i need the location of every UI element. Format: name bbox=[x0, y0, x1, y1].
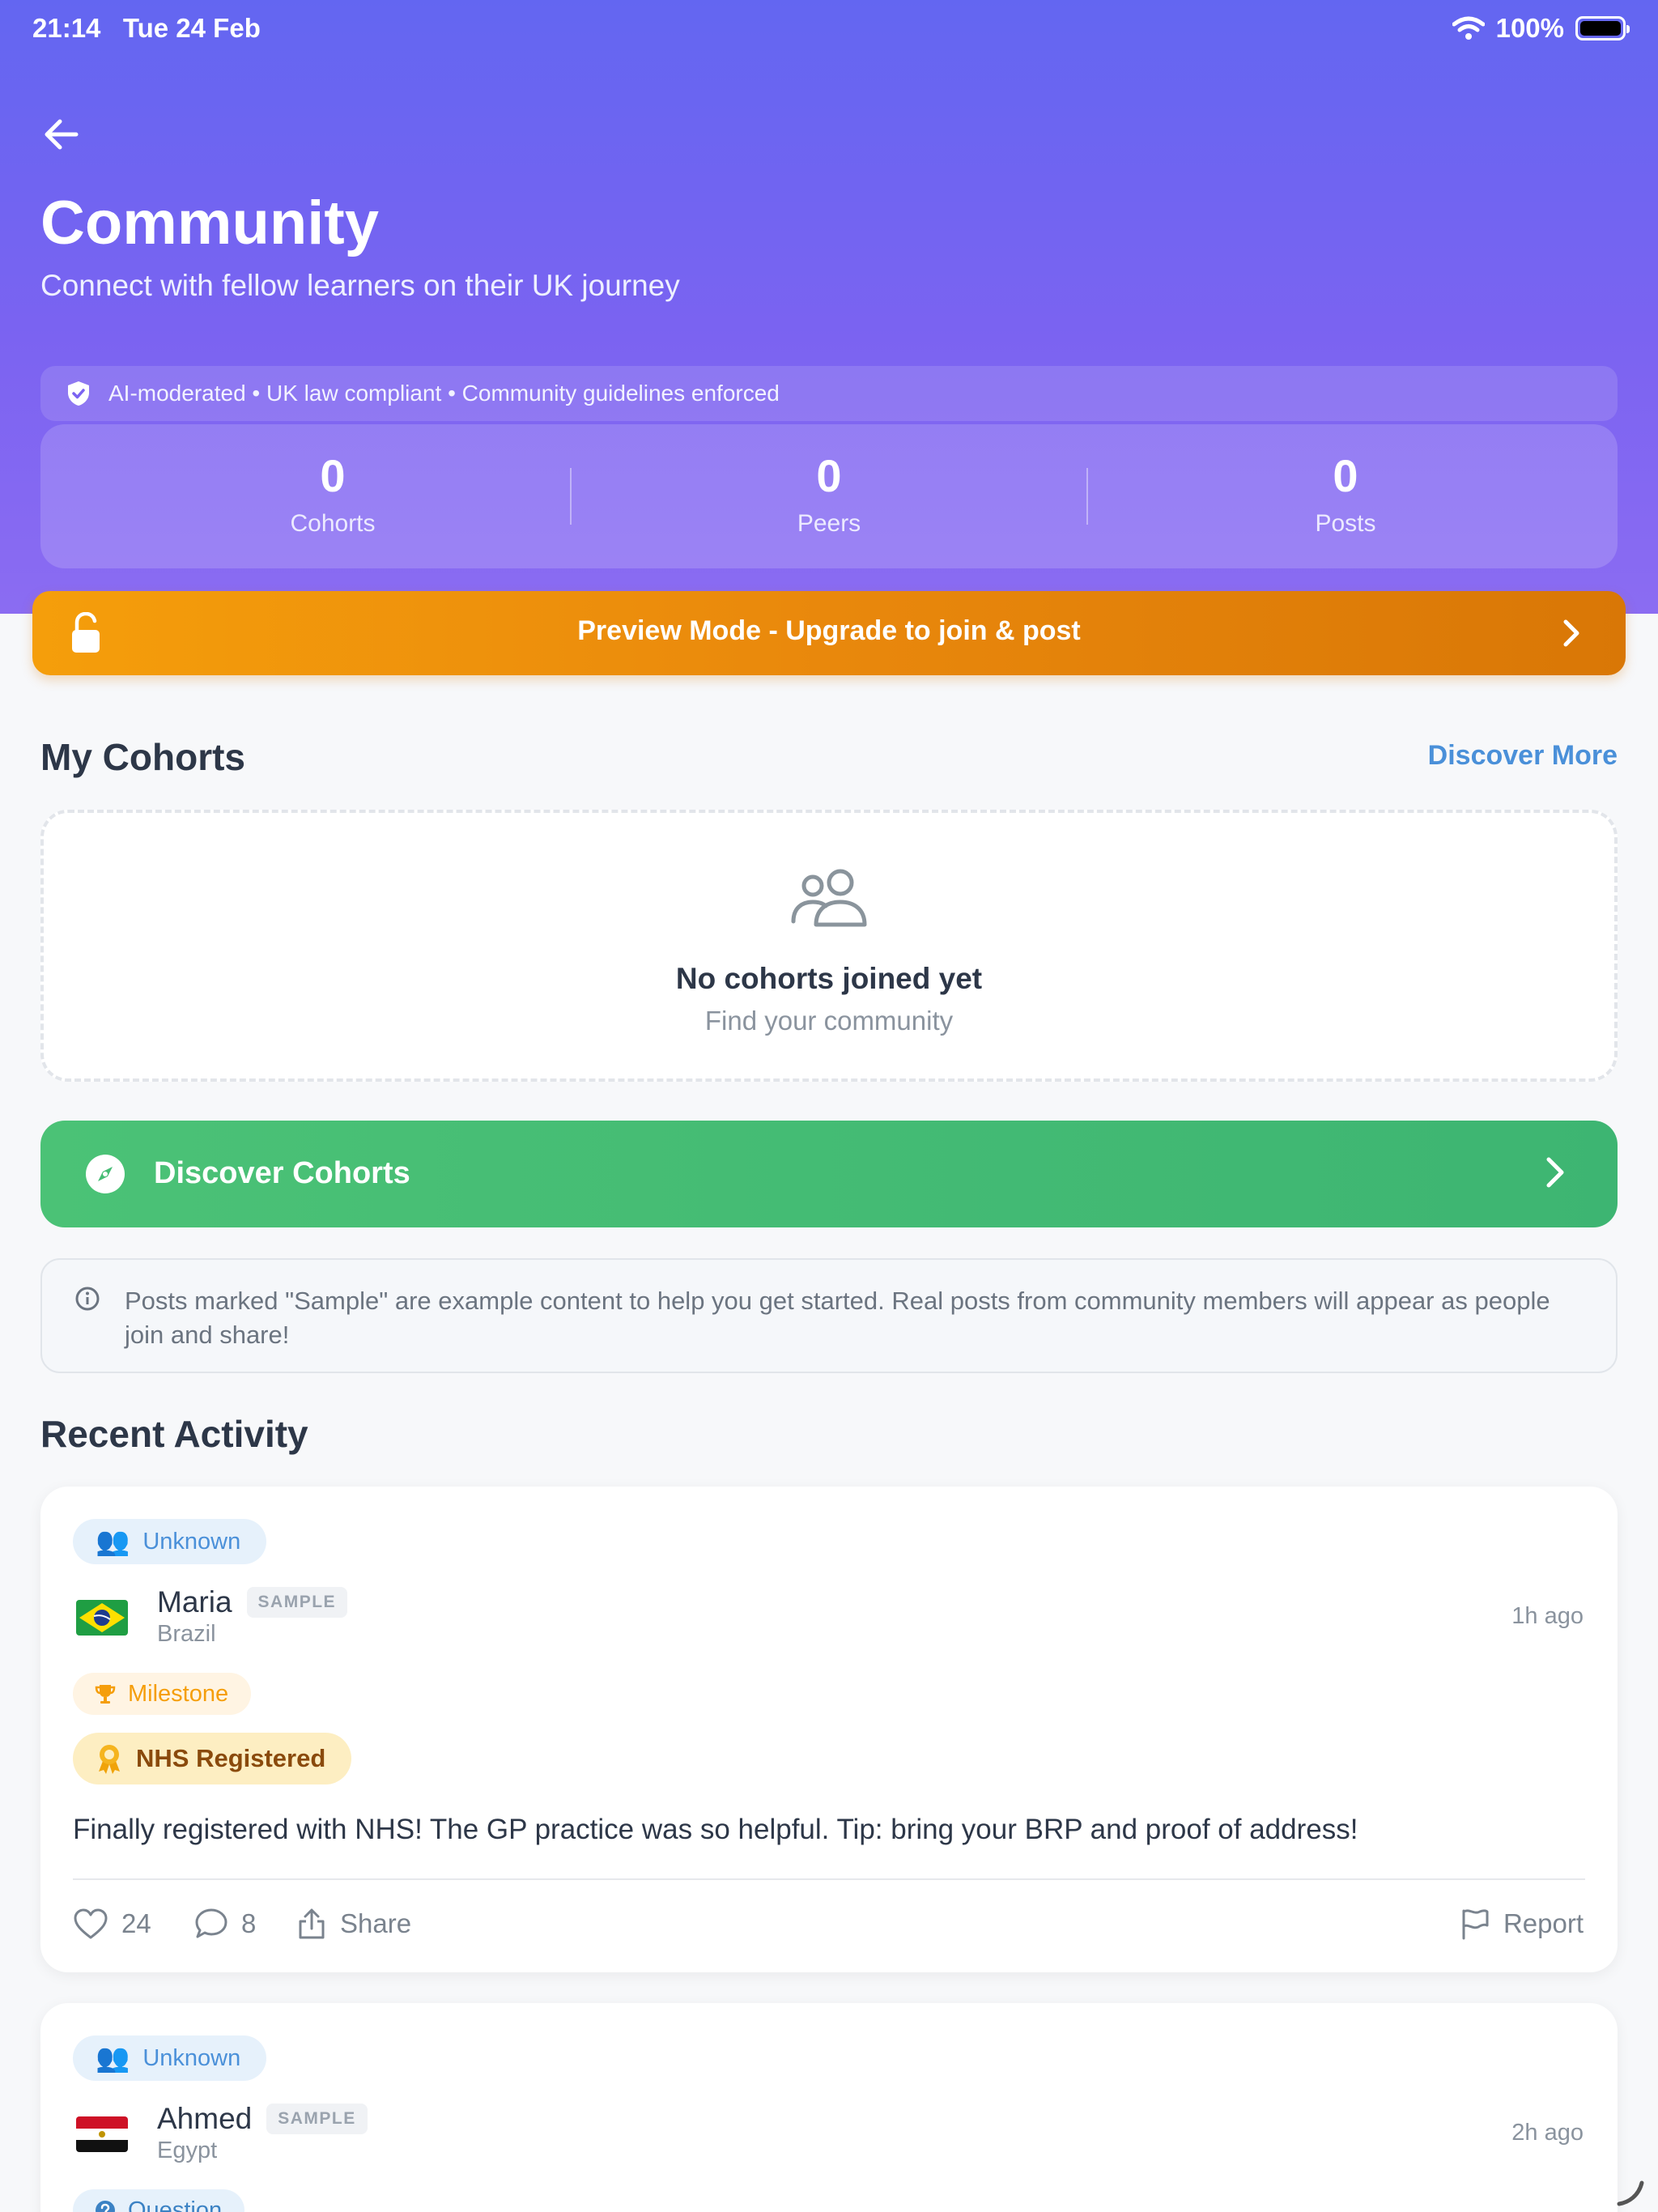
post-card: 👥 Unknown Maria SAMPLE Brazil 1h ago Mil… bbox=[40, 1487, 1618, 1972]
resize-handle-icon bbox=[1617, 2180, 1644, 2206]
heart-icon bbox=[74, 1908, 108, 1939]
author-name: Maria bbox=[157, 1585, 232, 1619]
sample-badge: SAMPLE bbox=[266, 2104, 368, 2134]
status-clock: 21:14 bbox=[32, 13, 101, 43]
award-icon bbox=[99, 1745, 120, 1774]
trophy-icon bbox=[95, 1685, 116, 1704]
no-cohorts-subtitle: Find your community bbox=[704, 1006, 954, 1036]
no-cohorts-card: No cohorts joined yet Find your communit… bbox=[40, 810, 1618, 1082]
post-divider bbox=[73, 1878, 1585, 1880]
recent-activity-title: Recent Activity bbox=[40, 1413, 308, 1455]
status-bar: 21:14 Tue 24 Feb 100% bbox=[0, 0, 1658, 58]
author-country: Brazil bbox=[157, 1621, 216, 1647]
stat-cohorts-value: 0 bbox=[320, 450, 346, 501]
no-cohorts-title: No cohorts joined yet bbox=[675, 962, 983, 995]
share-button[interactable]: Share bbox=[296, 1908, 411, 1940]
cohort-name: Unknown bbox=[142, 1528, 241, 1555]
post-author[interactable]: Ahmed SAMPLE bbox=[157, 2102, 368, 2136]
brazil-flag-icon bbox=[76, 1600, 128, 1636]
post-type-label: Question bbox=[128, 2197, 223, 2212]
discover-cohorts-label: Discover Cohorts bbox=[154, 1156, 410, 1190]
author-country: Egypt bbox=[157, 2138, 218, 2163]
status-time: 21:14 Tue 24 Feb bbox=[32, 13, 261, 44]
post-time: 1h ago bbox=[1511, 1603, 1584, 1629]
post-author[interactable]: Maria SAMPLE bbox=[157, 1585, 348, 1619]
moderation-text: AI-moderated • UK law compliant • Commun… bbox=[108, 381, 780, 406]
cohort-chip[interactable]: 👥 Unknown bbox=[73, 1519, 267, 1564]
stat-cohorts-label: Cohorts bbox=[290, 510, 376, 537]
like-button[interactable]: 24 bbox=[73, 1908, 151, 1940]
stat-peers-value: 0 bbox=[816, 450, 842, 501]
cohort-name: Unknown bbox=[142, 2044, 241, 2071]
sample-info-note: Posts marked "Sample" are example conten… bbox=[40, 1258, 1618, 1373]
stat-posts-value: 0 bbox=[1333, 450, 1358, 501]
achievement-label: NHS Registered bbox=[136, 1744, 326, 1772]
report-label: Report bbox=[1503, 1908, 1584, 1938]
status-date: Tue 24 Feb bbox=[122, 13, 261, 43]
post-type-chip: Milestone bbox=[73, 1673, 252, 1715]
chevron-right-icon bbox=[1563, 619, 1579, 647]
achievement-chip: NHS Registered bbox=[73, 1733, 352, 1784]
post-type-label: Milestone bbox=[128, 1680, 229, 1707]
discover-cohorts-button[interactable]: Discover Cohorts bbox=[40, 1121, 1618, 1227]
people-icon bbox=[791, 869, 867, 927]
status-indicators: 100% bbox=[1452, 13, 1630, 44]
discover-more-link[interactable]: Discover More bbox=[1428, 740, 1618, 772]
info-icon bbox=[75, 1287, 100, 1311]
egypt-flag-icon bbox=[76, 2116, 128, 2152]
shield-check-icon bbox=[68, 381, 89, 406]
post-type-chip: Question bbox=[73, 2189, 245, 2212]
chevron-right-icon bbox=[1546, 1157, 1564, 1188]
sample-badge: SAMPLE bbox=[246, 1587, 348, 1618]
upgrade-preview-bar[interactable]: Preview Mode - Upgrade to join & post bbox=[32, 591, 1626, 675]
header-hero: 21:14 Tue 24 Feb 100% Community Connect … bbox=[0, 0, 1658, 614]
question-icon bbox=[96, 2201, 115, 2212]
like-count: 24 bbox=[121, 1908, 151, 1938]
stat-peers-label: Peers bbox=[797, 510, 861, 537]
share-icon bbox=[299, 1908, 325, 1939]
post-time: 2h ago bbox=[1511, 2120, 1584, 2146]
cohort-chip[interactable]: 👥 Unknown bbox=[73, 2035, 267, 2081]
sample-info-text: Posts marked "Sample" are example conten… bbox=[125, 1287, 1550, 1349]
people-icon: 👥 bbox=[96, 2043, 130, 2074]
page-subtitle: Connect with fellow learners on their UK… bbox=[40, 269, 680, 302]
stat-posts: 0 Posts bbox=[1086, 453, 1605, 538]
stat-posts-label: Posts bbox=[1315, 510, 1376, 537]
stats-card: 0 Cohorts 0 Peers 0 Posts bbox=[40, 424, 1618, 568]
comment-button[interactable]: 8 bbox=[194, 1908, 256, 1940]
stat-cohorts: 0 Cohorts bbox=[74, 453, 592, 538]
page-title: Community bbox=[40, 189, 379, 257]
post-body: Finally registered with NHS! The GP prac… bbox=[73, 1814, 1358, 1845]
compass-icon bbox=[86, 1155, 125, 1193]
moderation-banner: AI-moderated • UK law compliant • Commun… bbox=[40, 366, 1618, 421]
share-label: Share bbox=[340, 1908, 412, 1938]
wifi-icon bbox=[1452, 16, 1485, 40]
my-cohorts-title: My Cohorts bbox=[40, 736, 245, 778]
battery-percent: 100% bbox=[1495, 13, 1564, 43]
post-card: 👥 Unknown Ahmed SAMPLE Egypt 2h ago Ques… bbox=[40, 2003, 1618, 2212]
battery-icon bbox=[1575, 16, 1630, 40]
upgrade-preview-label: Preview Mode - Upgrade to join & post bbox=[577, 615, 1081, 646]
report-button[interactable]: Report bbox=[1460, 1908, 1584, 1940]
author-name: Ahmed bbox=[157, 2102, 253, 2135]
flag-icon bbox=[1462, 1909, 1489, 1940]
comment-icon bbox=[195, 1908, 227, 1938]
people-icon: 👥 bbox=[96, 1526, 130, 1557]
arrow-left-icon bbox=[45, 119, 79, 150]
back-button[interactable] bbox=[40, 113, 89, 159]
comment-count: 8 bbox=[241, 1908, 257, 1938]
stat-peers: 0 Peers bbox=[570, 453, 1088, 538]
